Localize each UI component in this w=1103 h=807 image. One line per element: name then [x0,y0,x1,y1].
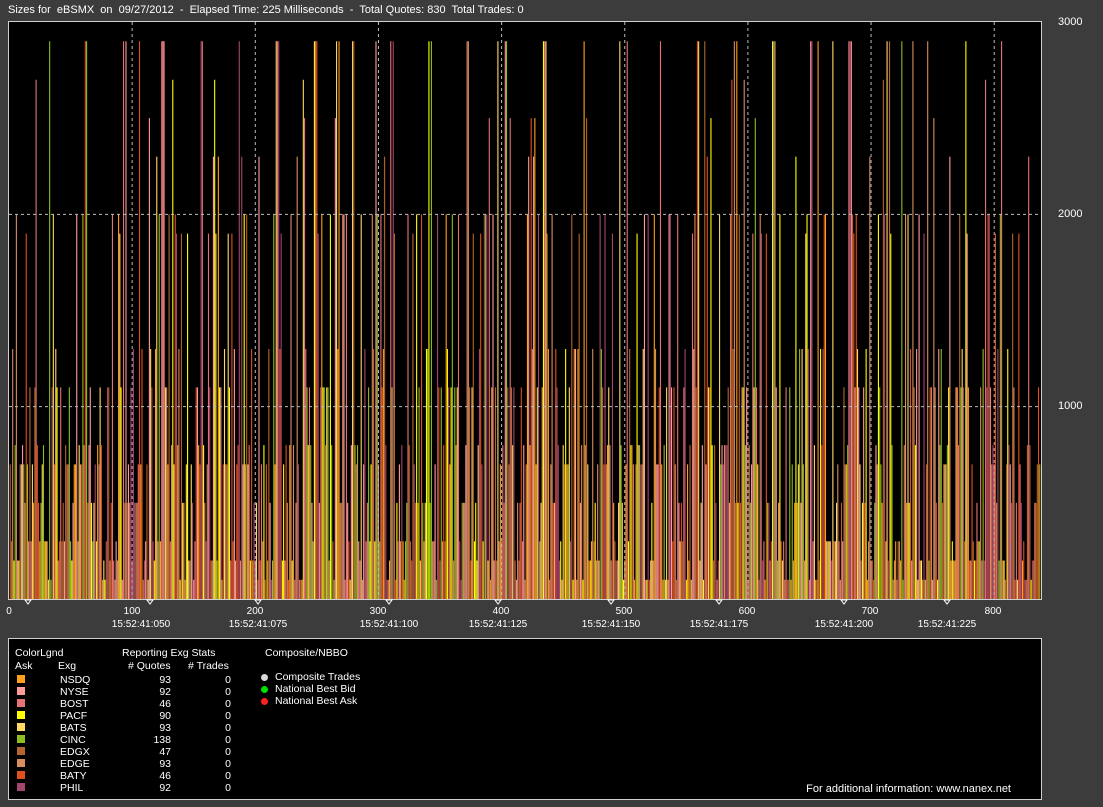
legend-swatch-nyse [17,687,25,695]
ask-heading: Ask [15,660,33,672]
legend-exchange-edge: EDGE [60,758,90,770]
legend-trades-nsdq: 0 [225,674,231,686]
legend-swatch-bats [17,723,25,731]
legend-quotes-edgx: 47 [159,746,171,758]
national-best-ask-label: National Best Ask [275,695,358,707]
time-marker [254,599,262,605]
legend-quotes-nsdq: 93 [159,674,171,686]
legend-quotes-bats: 93 [159,722,171,734]
footer-note: For additional information: www.nanex.ne… [806,783,1011,795]
legend-swatch-phil [17,783,25,791]
legend-exchange-bats: BATS [60,722,87,734]
x-tick-700: 700 [861,606,879,617]
time-tick: 15:52:41:175 [689,619,749,630]
legend-trades-pacf: 0 [225,710,231,722]
legend-trades-baty: 0 [225,770,231,782]
legend-trades-phil: 0 [225,782,231,794]
x-tick-200: 200 [246,606,264,617]
time-marker [943,599,951,605]
composite-heading: Composite/NBBO [265,647,348,659]
time-tick: 15:52:41:125 [468,619,528,630]
legend-swatch-cinc [17,735,25,743]
composite-trades-label: Composite Trades [275,671,361,683]
time-marker [146,599,154,605]
y-tick-3000: 3000 [1058,16,1083,28]
legend-exchange-cinc: CINC [60,734,86,746]
legend-trades-bats: 0 [225,722,231,734]
time-tick: 15:52:41:200 [814,619,874,630]
x-axis: 0 100 200 300 400 500 600 700 800 15:52:… [0,599,1103,635]
time-tick: 15:52:41:225 [917,619,977,630]
legend-trades-cinc: 0 [225,734,231,746]
y-tick-1000: 1000 [1058,400,1083,412]
time-tick: 15:52:41:100 [359,619,419,630]
legend-exchange-baty: BATY [60,770,87,782]
legend-swatch-baty [17,771,25,779]
legend-exchange-pacf: PACF [60,710,88,722]
national-best-bid-dot [261,686,268,693]
time-marker [715,599,723,605]
national-best-ask-dot [261,698,268,705]
legend-exchange-nsdq: NSDQ [60,674,91,686]
x-tick-500: 500 [615,606,633,617]
legend-trades-edgx: 0 [225,746,231,758]
legend-quotes-phil: 92 [159,782,171,794]
time-tick: 15:52:41:150 [581,619,641,630]
plot-area [8,21,1042,600]
y-tick-2000: 2000 [1058,208,1083,220]
legend-quotes-edge: 93 [159,758,171,770]
legend-quotes-bost: 46 [159,698,171,710]
time-marker [385,599,393,605]
legend-swatch-edge [17,759,25,767]
time-marker [607,599,615,605]
time-marker [840,599,848,605]
x-tick-800: 800 [984,606,1002,617]
legend-swatch-edgx [17,747,25,755]
national-best-bid-label: National Best Bid [275,683,356,695]
time-marker [24,599,32,605]
legend-exchange-edgx: EDGX [60,746,90,758]
legend-exchange-nyse: NYSE [60,686,89,698]
exg-heading: Exg [58,660,77,672]
quotes-heading: # Quotes [128,660,171,672]
color-legend-heading: ColorLgnd [15,647,64,659]
time-marker [494,599,502,605]
composite-trades-dot [261,674,268,681]
legend-panel: ColorLgnd Ask Exg Reporting Exg Stats # … [8,638,1042,800]
legend-quotes-pacf: 90 [159,710,171,722]
x-axis-markers [24,599,951,605]
legend-trades-bost: 0 [225,698,231,710]
plot-svg [9,22,1041,599]
legend-quotes-baty: 46 [159,770,171,782]
legend-quotes-nyse: 92 [159,686,171,698]
trades-heading: # Trades [188,660,229,672]
x-tick-400: 400 [492,606,510,617]
legend-exchange-phil: PHIL [60,782,84,794]
x-tick-100: 100 [123,606,141,617]
legend-swatch-bost [17,699,25,707]
legend-trades-nyse: 0 [225,686,231,698]
legend-quotes-cinc: 138 [153,734,171,746]
legend-exchange-bost: BOST [60,698,89,710]
legend-swatch-pacf [17,711,25,719]
time-tick: 15:52:41:050 [111,619,171,630]
chart-title: Sizes for eBSMX on 09/27/2012 - Elapsed … [8,4,524,16]
reporting-heading: Reporting Exg Stats [122,647,216,659]
legend-trades-edge: 0 [225,758,231,770]
x-tick-300: 300 [369,606,387,617]
x-tick-600: 600 [738,606,756,617]
time-tick: 15:52:41:075 [228,619,288,630]
x-tick-0: 0 [6,606,12,617]
legend-swatch-nsdq [17,675,25,683]
